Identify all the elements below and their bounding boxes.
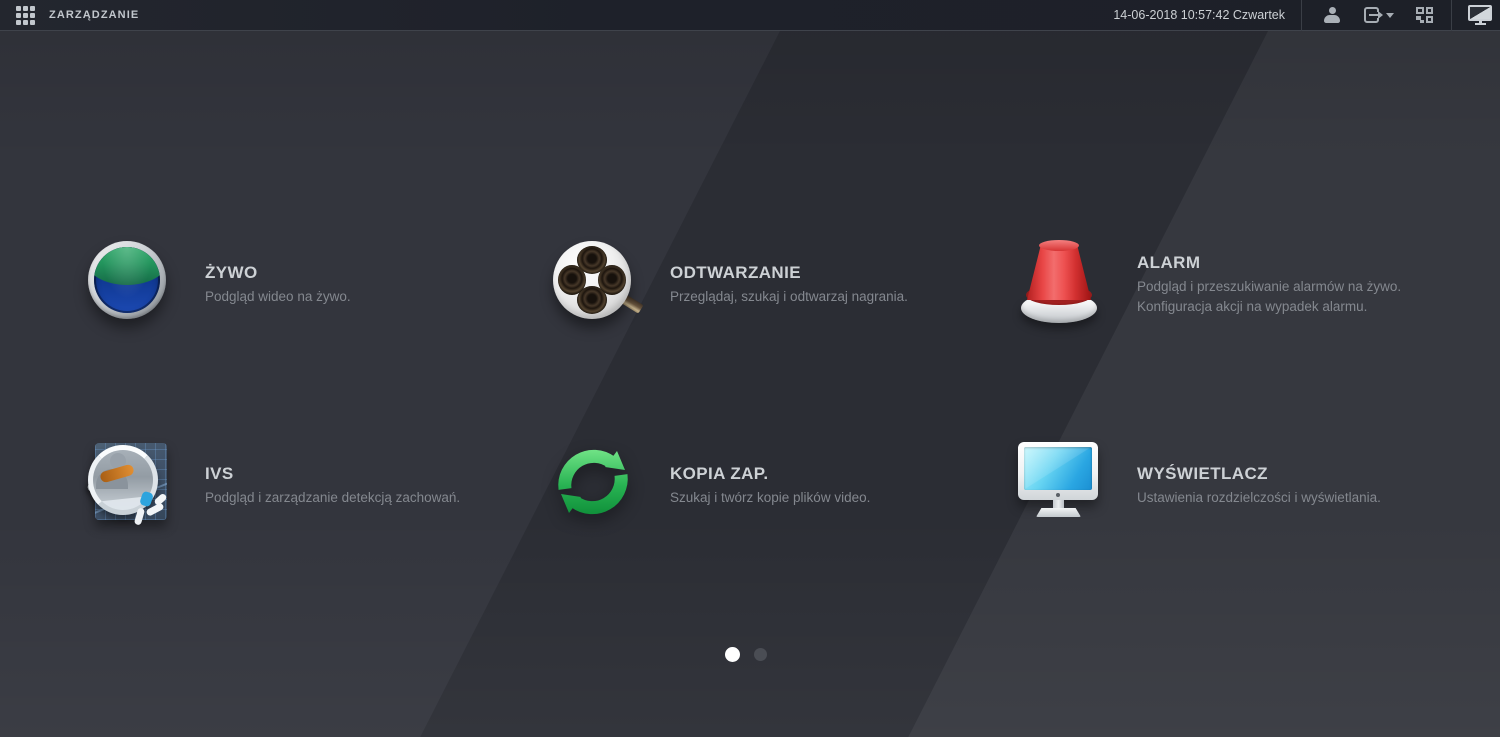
- menu-item-title: ODTWARZANIE: [670, 263, 801, 282]
- siren-icon: [1018, 239, 1100, 325]
- user-icon[interactable]: [1324, 7, 1340, 23]
- sync-arrows-icon: [551, 440, 633, 526]
- topbar-right: 14-06-2018 10:57:42 Czwartek: [1113, 0, 1492, 31]
- grid-menu-icon[interactable]: [16, 5, 35, 25]
- menu-item-title: ŻYWO: [205, 263, 258, 282]
- bg-diagonal-band-right: [778, 31, 1500, 737]
- menu-item-backup[interactable]: KOPIA ZAP. Szukaj i twórz kopie plików v…: [551, 440, 1029, 526]
- menu-item-text: ALARM Podgląd i przeszukiwanie alarmów n…: [1137, 247, 1401, 317]
- user-icon-head: [1328, 7, 1336, 14]
- display-monitor-icon: [1018, 440, 1100, 526]
- bg-diagonal-band-left: [0, 31, 780, 737]
- menu-item-text: ODTWARZANIE Przeglądaj, szukaj i odtwarz…: [670, 257, 908, 307]
- pagination: [725, 647, 767, 662]
- menu-item-playback[interactable]: ODTWARZANIE Przeglądaj, szukaj i odtwarz…: [551, 239, 1029, 325]
- menu-item-title: IVS: [205, 464, 234, 483]
- logout-icon: [1364, 7, 1383, 23]
- menu-item-ivs[interactable]: IVS Podgląd i zarządzanie detekcją zacho…: [85, 440, 564, 526]
- menu-item-desc: Przeglądaj, szukaj i odtwarzaj nagrania.: [670, 289, 908, 304]
- menu-item-title: KOPIA ZAP.: [670, 464, 769, 483]
- page-dot-2[interactable]: [754, 648, 767, 661]
- menu-item-text: ŻYWO Podgląd wideo na żywo.: [205, 257, 351, 307]
- menu-item-desc-line2: Konfiguracja akcji na wypadek alarmu.: [1137, 299, 1368, 314]
- film-reel-icon: [551, 239, 644, 325]
- topbar-divider: [1451, 0, 1452, 31]
- menu-item-text: IVS Podgląd i zarządzanie detekcją zacho…: [205, 458, 460, 508]
- topbar-left: ZARZĄDZANIE: [8, 0, 139, 30]
- page-dot-1[interactable]: [725, 647, 740, 662]
- camera-lens-icon: [86, 239, 168, 325]
- topbar: ZARZĄDZANIE 14-06-2018 10:57:42 Czwartek: [0, 0, 1500, 31]
- menu-item-text: WYŚWIETLACZ Ustawienia rozdzielczości i …: [1137, 458, 1381, 508]
- menu-item-desc: Podgląd i zarządzanie detekcją zachowań.: [205, 490, 461, 505]
- menu-item-desc: Szukaj i twórz kopie plików video.: [670, 490, 871, 505]
- chevron-down-icon: [1386, 12, 1394, 18]
- menu-item-display[interactable]: WYŚWIETLACZ Ustawienia rozdzielczości i …: [1018, 440, 1496, 526]
- magnifier-analytics-icon: [85, 440, 168, 526]
- qr-code-icon[interactable]: [1416, 7, 1433, 23]
- menu-item-desc: Ustawienia rozdzielczości i wyświetlania…: [1137, 490, 1381, 505]
- datetime-label: 14-06-2018 10:57:42 Czwartek: [1113, 8, 1285, 22]
- menu-item-title: WYŚWIETLACZ: [1137, 464, 1268, 483]
- monitor-icon[interactable]: [1468, 5, 1492, 25]
- menu-item-text: KOPIA ZAP. Szukaj i twórz kopie plików v…: [670, 458, 870, 508]
- topbar-divider: [1301, 0, 1302, 31]
- menu-item-live[interactable]: ŻYWO Podgląd wideo na żywo.: [86, 239, 564, 325]
- page-title: ZARZĄDZANIE: [49, 9, 140, 21]
- menu-item-alarm[interactable]: ALARM Podgląd i przeszukiwanie alarmów n…: [1018, 239, 1496, 325]
- menu-item-title: ALARM: [1137, 253, 1201, 272]
- user-icon-body: [1324, 15, 1340, 23]
- logout-button[interactable]: [1364, 7, 1394, 23]
- menu-item-desc: Podgląd wideo na żywo.: [205, 289, 351, 304]
- management-home-screen: ZARZĄDZANIE 14-06-2018 10:57:42 Czwartek: [0, 0, 1500, 737]
- menu-item-desc: Podgląd i przeszukiwanie alarmów na żywo…: [1137, 279, 1402, 294]
